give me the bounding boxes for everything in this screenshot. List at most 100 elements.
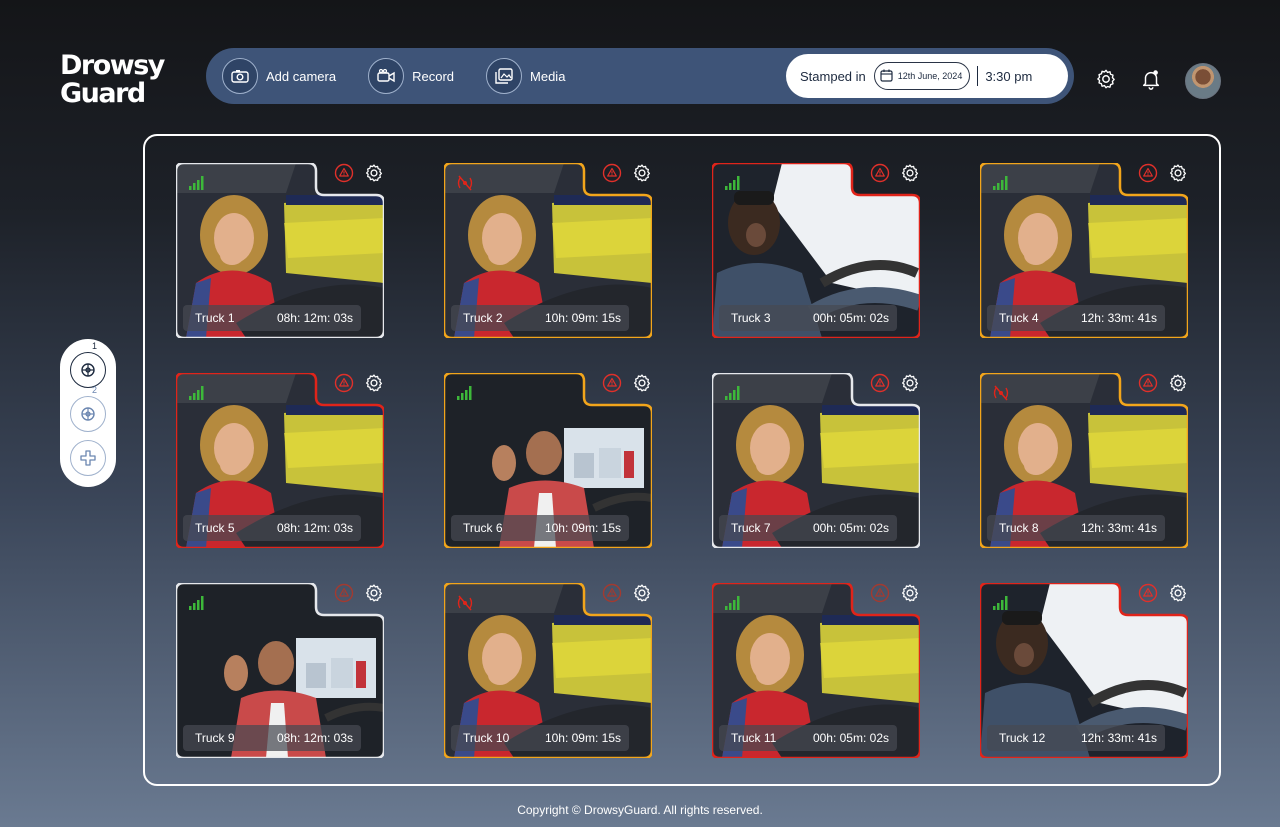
camera-info-bar: Truck 6 10h: 09m: 15s: [451, 515, 629, 541]
time-value: 3:30 pm: [985, 68, 1033, 84]
camera-info-bar: Truck 5 08h: 12m: 03s: [183, 515, 361, 541]
alert-warning-icon[interactable]: [1138, 583, 1158, 603]
avatar[interactable]: [1185, 63, 1221, 99]
signal-strength-icon: [188, 385, 206, 401]
camera-tile[interactable]: Truck 1 08h: 12m: 03s: [176, 163, 384, 338]
alert-warning-icon[interactable]: [602, 373, 622, 393]
camera-settings-gear-icon[interactable]: [364, 583, 384, 603]
camera-name: Truck 6: [463, 521, 503, 535]
camera-info-bar: Truck 11 00h: 05m: 02s: [719, 725, 897, 751]
media-button[interactable]: Media: [486, 58, 565, 94]
signal-strength-icon: [188, 595, 206, 611]
camera-grid-icon: [81, 363, 95, 377]
camera-tile[interactable]: Truck 5 08h: 12m: 03s: [176, 373, 384, 548]
signal-strength-icon: [992, 595, 1010, 611]
add-camera-button[interactable]: Add camera: [222, 58, 336, 94]
grid-number-1: 1: [91, 341, 97, 351]
camera-settings-gear-icon[interactable]: [1168, 163, 1188, 183]
camera-settings-gear-icon[interactable]: [632, 583, 652, 603]
camera-name: Truck 12: [999, 731, 1046, 745]
camera-info-bar: Truck 12 12h: 33m: 41s: [987, 725, 1165, 751]
media-label: Media: [530, 68, 566, 84]
video-camera-icon: [368, 58, 405, 94]
camera-info-bar: Truck 2 10h: 09m: 15s: [451, 305, 629, 331]
add-grid-button[interactable]: [70, 440, 106, 476]
camera-settings-gear-icon[interactable]: [1168, 583, 1188, 603]
signal-strength-icon: [456, 385, 474, 401]
alert-warning-icon[interactable]: [1138, 163, 1158, 183]
camera-duration: 08h: 12m: 03s: [276, 521, 353, 535]
record-label: Record: [412, 68, 455, 84]
camera-tile[interactable]: Truck 6 10h: 09m: 15s: [444, 373, 652, 548]
signal-strength-icon: [724, 175, 742, 191]
camera-info-bar: Truck 3 00h: 05m: 02s: [719, 305, 897, 331]
camera-duration: 08h: 12m: 03s: [276, 311, 353, 325]
camera-duration: 10h: 09m: 15s: [544, 731, 621, 745]
camera-settings-gear-icon[interactable]: [632, 373, 652, 393]
plus-icon: [80, 450, 96, 466]
camera-name: Truck 9: [195, 731, 235, 745]
camera-info-bar: Truck 9 08h: 12m: 03s: [183, 725, 361, 751]
settings-gear-icon[interactable]: [1095, 68, 1117, 90]
date-value: 12th June, 2024: [897, 71, 963, 81]
camera-duration: 10h: 09m: 15s: [544, 521, 621, 535]
alert-warning-icon[interactable]: [1138, 373, 1158, 393]
camera-name: Truck 5: [195, 521, 235, 535]
camera-settings-gear-icon[interactable]: [900, 583, 920, 603]
alert-warning-icon[interactable]: [334, 163, 354, 183]
camera-name: Truck 2: [463, 311, 503, 325]
camera-tile[interactable]: Truck 9 08h: 12m: 03s: [176, 583, 384, 758]
top-navigation-bar: Add camera Record Media Stamped in 12th …: [206, 48, 1074, 104]
camera-name: Truck 1: [195, 311, 235, 325]
camera-tile[interactable]: Truck 11 00h: 05m: 02s: [712, 583, 920, 758]
alert-warning-icon[interactable]: [334, 373, 354, 393]
signal-strength-icon: [724, 385, 742, 401]
camera-tile[interactable]: Truck 3 00h: 05m: 02s: [712, 163, 920, 338]
camera-duration: 12h: 33m: 41s: [1080, 731, 1157, 745]
record-button[interactable]: Record: [368, 58, 454, 94]
camera-settings-gear-icon[interactable]: [364, 373, 384, 393]
camera-tile[interactable]: Truck 8 12h: 33m: 41s: [980, 373, 1188, 548]
signal-strength-icon: [188, 175, 206, 191]
brand-logo: Drowsy Guard: [60, 50, 165, 109]
brand-logo-line2: Guard: [60, 78, 146, 109]
camera-grid-1-button[interactable]: 1: [70, 341, 106, 388]
camera-icon: [222, 58, 258, 94]
camera-settings-gear-icon[interactable]: [632, 163, 652, 183]
camera-duration: 08h: 12m: 03s: [276, 731, 353, 745]
signal-strength-icon: [724, 595, 742, 611]
camera-duration: 00h: 05m: 02s: [812, 731, 889, 745]
alert-warning-icon[interactable]: [870, 163, 890, 183]
camera-name: Truck 10: [463, 731, 510, 745]
camera-tile[interactable]: Truck 12 12h: 33m: 41s: [980, 583, 1188, 758]
alert-warning-icon[interactable]: [602, 163, 622, 183]
camera-settings-gear-icon[interactable]: [900, 163, 920, 183]
camera-name: Truck 11: [731, 731, 777, 745]
no-signal-icon: [456, 175, 474, 191]
camera-duration: 10h: 09m: 15s: [544, 311, 621, 325]
camera-duration: 12h: 33m: 41s: [1080, 521, 1157, 535]
footer-copyright: Copyright © DrowsyGuard. All rights rese…: [517, 803, 763, 817]
brand-logo-line1: Drowsy: [60, 50, 165, 81]
camera-tile[interactable]: Truck 4 12h: 33m: 41s: [980, 163, 1188, 338]
side-panel: 1 2: [60, 339, 116, 487]
camera-name: Truck 4: [999, 311, 1039, 325]
camera-info-bar: Truck 8 12h: 33m: 41s: [987, 515, 1165, 541]
camera-settings-gear-icon[interactable]: [364, 163, 384, 183]
camera-grid-2-button[interactable]: 2: [70, 385, 106, 432]
camera-settings-gear-icon[interactable]: [1168, 373, 1188, 393]
camera-tile[interactable]: Truck 2 10h: 09m: 15s: [444, 163, 652, 338]
camera-tile[interactable]: Truck 7 00h: 05m: 02s: [712, 373, 920, 548]
alert-warning-icon[interactable]: [870, 583, 890, 603]
alert-warning-icon[interactable]: [602, 583, 622, 603]
no-signal-icon: [456, 595, 474, 611]
camera-tile[interactable]: Truck 10 10h: 09m: 15s: [444, 583, 652, 758]
date-picker[interactable]: 12th June, 2024: [873, 62, 971, 90]
camera-settings-gear-icon[interactable]: [900, 373, 920, 393]
alert-warning-icon[interactable]: [870, 373, 890, 393]
alert-warning-icon[interactable]: [334, 583, 354, 603]
camera-name: Truck 7: [731, 521, 771, 535]
bell-icon[interactable]: [1140, 68, 1162, 90]
grid-number-2: 2: [91, 385, 97, 395]
media-gallery-icon: [486, 58, 523, 94]
